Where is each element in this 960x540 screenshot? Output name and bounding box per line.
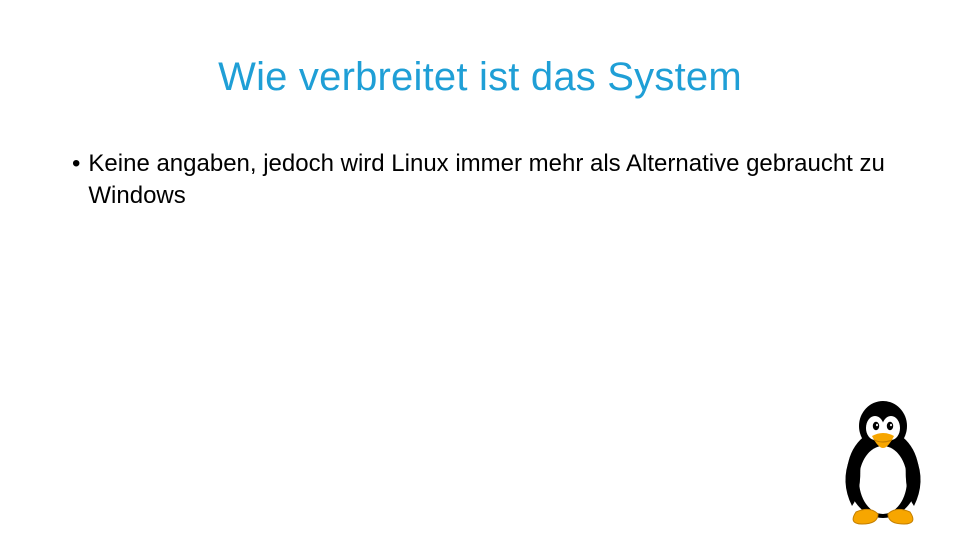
slide-content: • Keine angaben, jedoch wird Linux immer… xyxy=(72,148,888,213)
bullet-item: • Keine angaben, jedoch wird Linux immer… xyxy=(72,148,888,213)
bullet-text: Keine angaben, jedoch wird Linux immer m… xyxy=(88,148,888,213)
tux-penguin-icon xyxy=(828,396,938,526)
bullet-marker: • xyxy=(72,148,80,180)
slide-title: Wie verbreitet ist das System xyxy=(0,55,960,100)
